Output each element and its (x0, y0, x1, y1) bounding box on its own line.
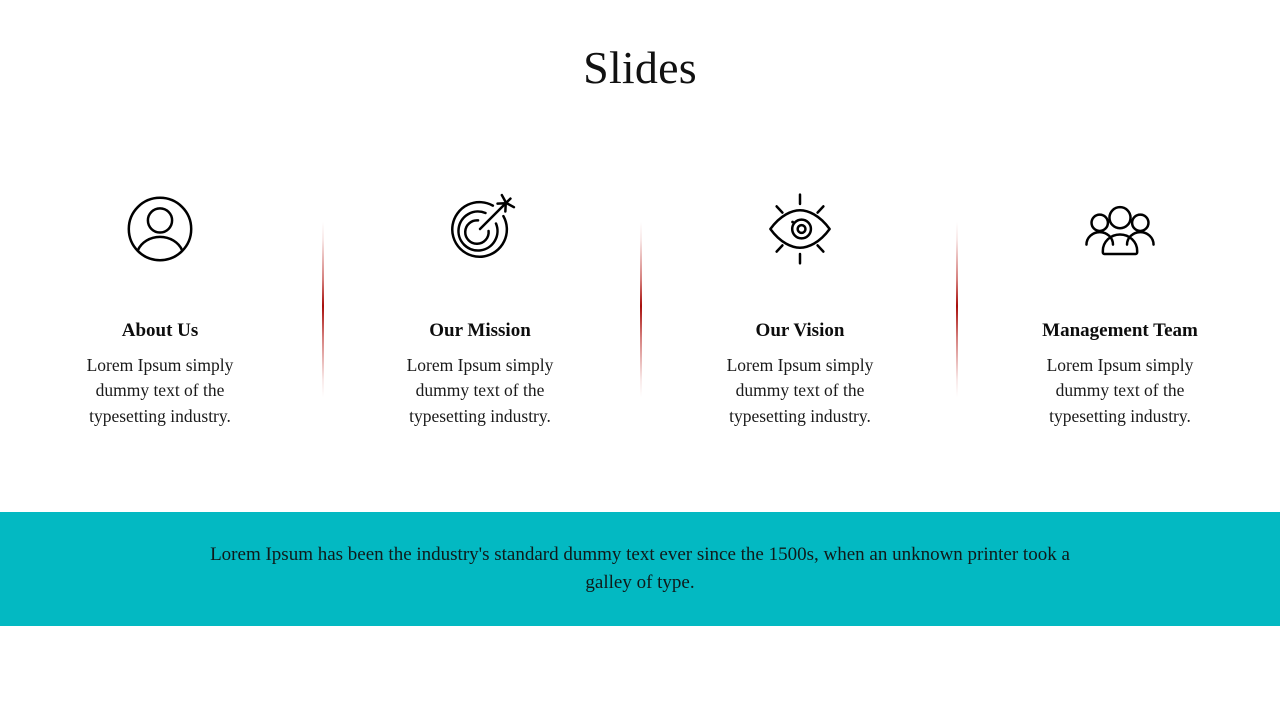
feature-body-text: Lorem Ipsum simply dummy text of the typ… (86, 354, 234, 426)
feature-column-management-team[interactable]: Management Team Lorem Ipsum simply dummy… (960, 185, 1280, 429)
feature-body-text: Lorem Ipsum simply dummy text of the typ… (726, 354, 874, 426)
feature-body-text: Lorem Ipsum simply dummy text of the typ… (406, 354, 554, 426)
feature-column-our-mission[interactable]: Our Mission Lorem Ipsum simply dummy tex… (320, 185, 640, 429)
feature-heading: Management Team (1042, 320, 1198, 341)
page-title: Slides (583, 42, 697, 93)
bottom-banner: Lorem Ipsum has been the industry's stan… (0, 512, 1280, 626)
slide-canvas: Slides About Us Lorem Ipsum simply dummy… (0, 0, 1280, 720)
feature-heading: About Us (121, 320, 199, 341)
target-arrow-icon (438, 187, 522, 271)
column-divider-3 (956, 222, 958, 397)
column-divider-2 (640, 222, 642, 397)
banner-text: Lorem Ipsum has been the industry's stan… (210, 544, 1070, 593)
feature-heading: Our Vision (755, 320, 845, 341)
feature-column-our-vision[interactable]: Our Vision Lorem Ipsum simply dummy text… (640, 185, 960, 429)
feature-body-text: Lorem Ipsum simply dummy text of the typ… (1046, 354, 1194, 426)
user-circle-icon (118, 187, 202, 271)
eye-vision-icon (758, 187, 842, 271)
feature-column-about-us[interactable]: About Us Lorem Ipsum simply dummy text o… (0, 185, 320, 429)
feature-heading: Our Mission (429, 320, 531, 341)
people-group-icon (1078, 187, 1162, 271)
column-divider-1 (322, 222, 324, 397)
